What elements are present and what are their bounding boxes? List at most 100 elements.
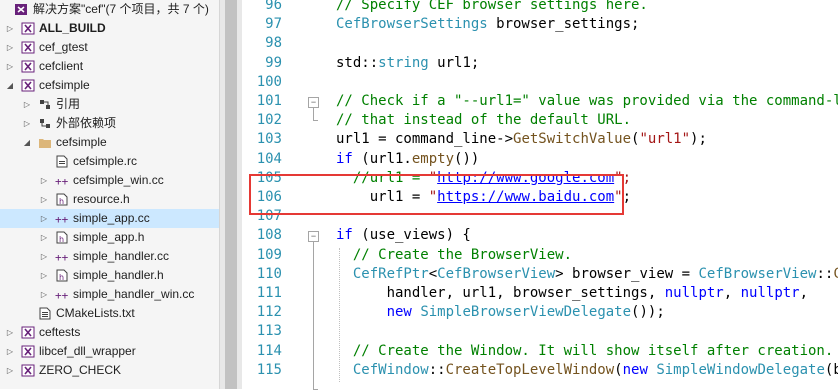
collapsed-arrow-icon[interactable]: ▷	[21, 95, 33, 114]
header-file-icon: h	[56, 269, 68, 282]
line-number: 102	[256, 112, 282, 129]
line-number: 99	[265, 54, 282, 71]
line-number: 110	[256, 265, 282, 282]
code-token: empty	[411, 150, 455, 167]
tree-item[interactable]: ▷ ALL_BUILD	[0, 19, 219, 38]
code-line[interactable]: if (use_views) {	[336, 226, 471, 245]
expanded-arrow-icon[interactable]: ◢	[21, 133, 33, 152]
tree-item[interactable]: ▷ 外部依赖项	[0, 114, 219, 133]
collapsed-arrow-icon[interactable]: ▷	[21, 114, 33, 133]
cpp-file-icon: ++	[55, 251, 69, 263]
tree-item[interactable]: ▷ ++ simple_handler.cc	[0, 247, 219, 266]
code-line[interactable]: CefBrowserSettings browser_settings;	[336, 15, 639, 34]
code-line[interactable]: // Specify CEF browser settings here.	[336, 0, 648, 15]
code-line[interactable]: new SimpleBrowserViewDelegate());	[336, 303, 665, 322]
tree-item[interactable]: ▷ h resource.h	[0, 190, 219, 209]
code-line[interactable]: CefWindow::CreateTopLevelWindow(new Simp…	[336, 361, 838, 380]
tree-item[interactable]: ▷ ceftests	[0, 323, 219, 342]
code-token: (	[614, 361, 623, 378]
scrollbar-thumb[interactable]	[225, 0, 237, 389]
code-line[interactable]: // Create the Window. It will show itsel…	[336, 342, 833, 361]
collapsed-arrow-icon[interactable]: ▷	[4, 342, 16, 361]
tree-item-label: resource.h	[73, 192, 130, 206]
code-line[interactable]: handler, url1, browser_settings, nullptr…	[336, 284, 809, 303]
code-token: SimpleBrowserViewDelegate	[420, 304, 632, 321]
tree-item-label: simple_handler.cc	[73, 249, 170, 263]
external-deps-icon	[40, 119, 50, 128]
tree-item-label: simple_app.cc	[73, 211, 150, 225]
collapsed-arrow-icon[interactable]: ▷	[4, 323, 16, 342]
tree-item[interactable]: ▷ ++ simple_handler_win.cc	[0, 285, 219, 304]
collapsed-arrow-icon[interactable]: ▷	[4, 19, 16, 38]
expanded-arrow-icon[interactable]: ◢	[4, 76, 16, 95]
solution-explorer: 解决方案"cef"(7 个项目，共 7 个) ▷ ALL_BUILD ▷ cef_gt…	[0, 0, 219, 389]
tree-item[interactable]: ▷ libcef_dll_wrapper	[0, 342, 219, 361]
code-token: CefWindow	[352, 361, 429, 378]
fold-toggle-icon[interactable]: −	[308, 97, 319, 108]
collapsed-arrow-icon[interactable]: ▷	[38, 285, 50, 304]
code-token: ())	[454, 150, 480, 167]
code-token: handler, url1, browser_settings,	[336, 285, 665, 301]
tree-item[interactable]: ▷ 引用	[0, 95, 219, 114]
collapsed-arrow-icon[interactable]: ▷	[4, 361, 16, 380]
collapsed-arrow-icon[interactable]: ▷	[38, 209, 50, 228]
code-token: string	[378, 54, 429, 71]
tree-item-label: cefclient	[39, 59, 84, 73]
line-number: 111	[256, 285, 282, 301]
solution-explorer-scrollbar[interactable]	[219, 0, 243, 389]
cpp-file-icon: ++	[55, 175, 69, 187]
collapsed-arrow-icon[interactable]: ▷	[4, 38, 16, 57]
line-number: 96	[265, 0, 282, 13]
tree-item-label: cefsimple	[56, 135, 107, 149]
tree-item[interactable]: ▷ ++ cefsimple_win.cc	[0, 171, 219, 190]
collapsed-arrow-icon[interactable]: ▷	[4, 57, 16, 76]
code-token: (brow	[824, 361, 838, 378]
code-token: // Create the BrowserView.	[336, 246, 573, 263]
fold-end-tick	[313, 120, 318, 122]
tree-item-label: cefsimple.rc	[73, 154, 138, 168]
code-token: ::	[428, 361, 446, 378]
code-token: nullptr	[664, 285, 724, 301]
code-line[interactable]: // Check if a "--url1=" value was provid…	[336, 92, 838, 111]
code-token: <	[428, 265, 438, 282]
project-icon	[21, 326, 35, 339]
fold-toggle-icon[interactable]: −	[308, 231, 319, 243]
project-icon	[21, 41, 35, 54]
code-line[interactable]: CefRefPtr<CefBrowserView> browser_view =…	[336, 265, 838, 284]
code-token: // Specify CEF browser settings here.	[336, 0, 648, 13]
code-line[interactable]: // Create the BrowserView.	[336, 246, 572, 265]
code-line[interactable]: if (url1.empty())	[336, 150, 479, 169]
tree-item[interactable]: ◢ cefsimple	[0, 133, 219, 152]
collapsed-arrow-icon[interactable]: ▷	[38, 190, 50, 209]
tree-item[interactable]: ▷ ZERO_CHECK	[0, 361, 219, 380]
tree-item-label: cefsimple_win.cc	[73, 173, 164, 187]
code-token: CreateTopLevelWindow	[445, 361, 615, 378]
code-token: CefBrowserSettings	[336, 16, 488, 33]
svg-text:h: h	[59, 235, 64, 244]
collapsed-arrow-icon[interactable]: ▷	[38, 266, 50, 285]
code-token: CefBrowserView	[437, 265, 556, 282]
tree-item[interactable]: ◢ cefsimple	[0, 76, 219, 95]
collapsed-arrow-icon[interactable]: ▷	[38, 228, 50, 247]
collapsed-arrow-icon[interactable]: ▷	[38, 247, 50, 266]
tree-item-label: ZERO_CHECK	[39, 363, 122, 377]
tree-item[interactable]: cefsimple.rc	[0, 152, 219, 171]
svg-text:++: ++	[55, 251, 69, 263]
tree-item[interactable]: ▷ h simple_handler.h	[0, 266, 219, 285]
project-icon	[21, 22, 35, 35]
tree-item[interactable]: ▷ ++ simple_app.cc	[0, 209, 219, 228]
tree-item[interactable]: ▷ cefclient	[0, 57, 219, 76]
solution-header[interactable]: 解决方案"cef"(7 个项目，共 7 个)	[0, 0, 219, 19]
tree-item[interactable]: CMakeLists.txt	[0, 304, 219, 323]
tree-item-label: simple_handler.h	[73, 268, 164, 282]
collapsed-arrow-icon[interactable]: ▷	[38, 171, 50, 190]
tree-item-label: ALL_BUILD	[39, 21, 106, 35]
code-line[interactable]: url1 = command_line->GetSwitchValue("url…	[336, 130, 707, 149]
tree-item[interactable]: ▷ cef_gtest	[0, 38, 219, 57]
code-line[interactable]: std::string url1;	[336, 54, 479, 73]
tree-item[interactable]: ▷ h simple_app.h	[0, 228, 219, 247]
code-token: > browser_view =	[555, 265, 699, 282]
code-line[interactable]: // that instead of the default URL.	[336, 111, 631, 130]
code-token: // Check if a "--url1=" value was provid…	[336, 93, 838, 109]
